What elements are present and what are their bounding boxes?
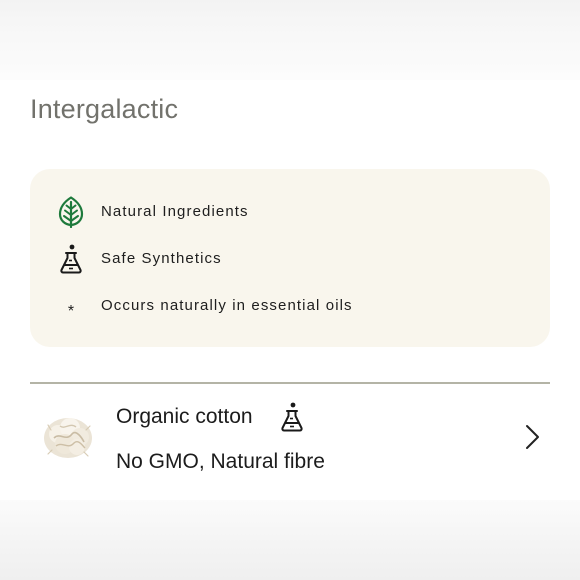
cotton-thumbnail	[40, 408, 96, 464]
section-divider	[30, 382, 550, 384]
flask-icon	[56, 242, 86, 276]
chevron-right-icon[interactable]	[524, 424, 542, 450]
ingredient-legend-card: Natural Ingredients Safe Synthetics * Oc…	[30, 169, 550, 347]
legend-label-essential-oils: Occurs naturally in essential oils	[101, 297, 353, 314]
legend-item-essential-oils: * Occurs naturally in essential oils	[30, 289, 550, 323]
ingredient-name: Organic cotton	[116, 405, 253, 428]
legend-label-natural: Natural Ingredients	[101, 203, 249, 220]
ingredient-row-organic-cotton[interactable]: Organic cotton No GMO, Natural fibre	[30, 386, 550, 494]
legend-label-synthetic: Safe Synthetics	[101, 250, 222, 267]
top-fade-overlay	[0, 0, 580, 80]
legend-item-natural: Natural Ingredients	[30, 195, 550, 229]
ingredient-description: No GMO, Natural fibre	[116, 450, 325, 473]
bottom-fade-overlay	[0, 500, 580, 580]
asterisk-icon: *	[67, 303, 75, 320]
leaf-icon	[56, 195, 86, 229]
legend-item-synthetic: Safe Synthetics	[30, 242, 550, 276]
page-title: Intergalactic	[30, 94, 179, 124]
flask-icon	[280, 402, 306, 432]
